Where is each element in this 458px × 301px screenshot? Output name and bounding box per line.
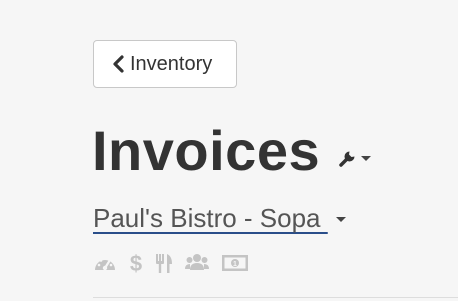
tools-dropdown[interactable] bbox=[338, 148, 372, 168]
back-to-inventory-button[interactable]: Inventory bbox=[93, 40, 237, 88]
users-icon[interactable] bbox=[185, 252, 209, 274]
restaurant-selector[interactable]: Paul's Bistro - Sopa bbox=[93, 203, 346, 234]
caret-down-icon bbox=[361, 155, 372, 161]
page: Inventory Invoices Paul's Bistro - Sopa … bbox=[0, 0, 458, 301]
restaurant-name: Paul's Bistro - Sopa bbox=[93, 203, 328, 233]
title-row: Invoices bbox=[92, 116, 372, 186]
chevron-left-icon bbox=[113, 55, 124, 73]
section-divider bbox=[93, 297, 458, 298]
money-bill-icon[interactable]: 1 bbox=[221, 252, 249, 274]
page-title: Invoices bbox=[92, 119, 321, 182]
dashboard-icon[interactable] bbox=[93, 252, 117, 274]
wrench-icon bbox=[339, 151, 355, 167]
nav-icon-row: $ 1 bbox=[93, 252, 249, 274]
svg-text:$: $ bbox=[130, 252, 142, 274]
back-button-label: Inventory bbox=[130, 52, 213, 75]
svg-text:1: 1 bbox=[233, 261, 237, 268]
fork-knife-icon[interactable] bbox=[155, 252, 173, 274]
dollar-icon[interactable]: $ bbox=[129, 252, 143, 274]
caret-down-icon bbox=[335, 217, 346, 222]
